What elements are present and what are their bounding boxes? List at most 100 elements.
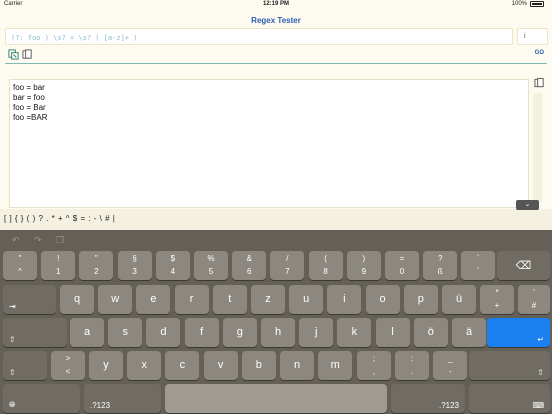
- redo-icon[interactable]: ↷: [34, 235, 42, 246]
- regex-pattern-input[interactable]: (?: foo ) \s? = \s? ( [a-z]+ ): [5, 28, 513, 45]
- space-bar[interactable]: [165, 384, 387, 413]
- status-time: 12:19 PM: [262, 1, 289, 7]
- key-letter[interactable]: ü: [442, 285, 476, 314]
- key-label: 6: [246, 267, 252, 276]
- key-letter[interactable]: x: [127, 351, 162, 380]
- key-shift-label: §: [132, 254, 137, 263]
- key-number[interactable]: /7: [270, 251, 305, 280]
- key-letter[interactable]: ö: [413, 318, 448, 347]
- key-number[interactable]: % 5: [194, 251, 228, 280]
- key-letter[interactable]: l: [375, 318, 410, 347]
- tab-icon: ⇥: [9, 302, 16, 311]
- key-number[interactable]: & 6: [232, 251, 267, 280]
- key-label: p: [417, 293, 424, 305]
- key-label: ö: [427, 326, 434, 338]
- hide-keyboard-key[interactable]: ⌨: [469, 384, 550, 413]
- key-letter[interactable]: t: [212, 285, 247, 314]
- regex-symbol-bar[interactable]: [ ] { } ( ) ? . * + ^ $ = : - \ # |: [0, 209, 552, 230]
- key-letter[interactable]: z: [251, 285, 285, 314]
- key-letter[interactable]: o: [365, 285, 400, 314]
- backspace-key[interactable]: ⌫: [497, 251, 550, 280]
- key-label: #: [531, 301, 537, 310]
- key-letter[interactable]: n: [280, 351, 314, 380]
- key-symbol[interactable]: * +: [480, 285, 514, 314]
- page-title: Regex Tester: [251, 16, 301, 25]
- go-button[interactable]: GO: [535, 50, 544, 56]
- key-label: a: [83, 326, 91, 338]
- keyboard-tools: ↶ ↷ ❐: [0, 230, 552, 250]
- key-number[interactable]: " 2: [79, 251, 114, 280]
- shift-key-right[interactable]: ⇧: [469, 351, 550, 380]
- key-letter[interactable]: p: [403, 285, 438, 314]
- regex-flags-input[interactable]: i: [517, 28, 548, 45]
- pattern-toolbar: GO: [0, 47, 552, 61]
- key-symbol[interactable]: _ -: [433, 351, 468, 380]
- key-letter[interactable]: g: [222, 318, 257, 347]
- key-shift-label: ?: [437, 254, 443, 263]
- key-number[interactable]: ? ß: [423, 251, 458, 280]
- key-number[interactable]: ` ´: [461, 251, 496, 280]
- key-letter[interactable]: h: [261, 318, 295, 347]
- key-letter[interactable]: v: [203, 351, 238, 380]
- key-letter[interactable]: b: [241, 351, 276, 380]
- key-letter[interactable]: a: [70, 318, 104, 347]
- key-letter[interactable]: c: [165, 351, 200, 380]
- key-label: ^: [18, 267, 22, 276]
- key-shift-label: &: [246, 254, 252, 263]
- key-shift-label: *: [495, 288, 499, 297]
- key-letter[interactable]: y: [89, 351, 123, 380]
- numbers-key-right[interactable]: .?123: [391, 384, 465, 413]
- key-letter[interactable]: j: [299, 318, 334, 347]
- key-shift-label: :: [411, 354, 414, 363]
- key-label: f: [200, 326, 204, 338]
- test-text-area[interactable]: foo = bar bar = foo foo = Bar foo =BAR: [9, 79, 529, 208]
- dismiss-keyboard-button[interactable]: ⌄: [516, 200, 539, 210]
- paste-icon[interactable]: ❐: [56, 235, 64, 246]
- key-number[interactable]: " ^: [3, 251, 37, 280]
- key-letter[interactable]: u: [289, 285, 324, 314]
- tab-key[interactable]: ⇥: [3, 285, 56, 314]
- battery-indicator: 100%: [512, 1, 544, 7]
- pattern-row: (?: foo ) \s? = \s? ( [a-z]+ ) i: [5, 28, 548, 45]
- key-letter[interactable]: k: [337, 318, 372, 347]
- key-letter[interactable]: q: [60, 285, 94, 314]
- paste-pattern-icon[interactable]: [8, 49, 19, 60]
- copy-text-icon[interactable]: [534, 77, 545, 89]
- key-letter[interactable]: s: [108, 318, 143, 347]
- numbers-key-label: .?123: [90, 401, 111, 410]
- key-label: y: [103, 359, 109, 371]
- numbers-key-left[interactable]: .?123: [84, 384, 161, 413]
- key-letter[interactable]: ä: [452, 318, 486, 347]
- key-letter[interactable]: f: [184, 318, 219, 347]
- return-key[interactable]: ↵: [487, 318, 550, 347]
- key-letter[interactable]: d: [146, 318, 181, 347]
- key-letter[interactable]: r: [174, 285, 209, 314]
- test-line: foo = Bar: [13, 103, 46, 112]
- key-shift-label: ": [18, 254, 22, 263]
- copy-pattern-icon[interactable]: [22, 49, 33, 60]
- key-label: g: [236, 326, 243, 338]
- key-letter[interactable]: i: [327, 285, 362, 314]
- key-label: ,: [372, 367, 376, 376]
- undo-icon[interactable]: ↶: [12, 235, 20, 246]
- globe-key[interactable]: 🌐︎: [3, 384, 80, 413]
- key-number[interactable]: § 3: [117, 251, 152, 280]
- key-number[interactable]: ! 1: [41, 251, 76, 280]
- key-number[interactable]: ) 9: [346, 251, 381, 280]
- key-number[interactable]: = 0: [385, 251, 419, 280]
- key-letter[interactable]: m: [318, 351, 353, 380]
- scroll-track[interactable]: [533, 93, 542, 203]
- key-symbol[interactable]: :.: [395, 351, 430, 380]
- test-line: foo = bar: [13, 83, 45, 92]
- key-letter[interactable]: e: [136, 285, 171, 314]
- key-letter[interactable]: w: [98, 285, 133, 314]
- backspace-icon: ⌫: [515, 260, 532, 272]
- key-number[interactable]: $4: [155, 251, 190, 280]
- key-label: x: [141, 359, 147, 371]
- key-number[interactable]: (8: [308, 251, 343, 280]
- shift-key-left[interactable]: ⇧: [3, 318, 67, 347]
- key-symbol[interactable]: ;,: [357, 351, 391, 380]
- key-symbol[interactable]: > <: [51, 351, 85, 380]
- shift-key-left-2[interactable]: ⇧: [3, 351, 47, 380]
- key-symbol[interactable]: ' #: [518, 285, 550, 314]
